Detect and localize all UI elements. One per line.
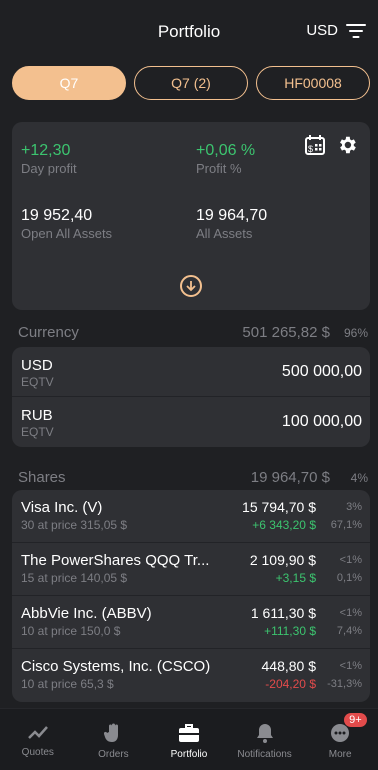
tab-quotes[interactable]: Quotes [0,709,76,770]
all-assets-value: 19 964,70 [196,207,268,224]
share-change: +6 343,20 $ [252,518,316,532]
share-change: +3,15 $ [275,571,316,585]
currency-label: USD [306,22,338,39]
share-detail: 10 at price 150,0 $ [21,624,121,638]
expand-down-icon[interactable] [180,275,202,297]
currency-section-pct: 96% [343,326,368,340]
share-value: 448,80 $ [261,658,317,674]
share-name: AbbVie Inc. (ABBV) [21,605,152,622]
bottom-tab-bar: Quotes Orders Portfolio Notifications 9+… [0,708,378,770]
share-row-visa[interactable]: Visa Inc. (V) 30 at price 315,05 $ 15 79… [12,490,370,543]
share-portfolio-pct: <1% [339,660,362,672]
tab-more-label: More [328,749,352,760]
share-detail: 10 at price 65,3 $ [21,677,114,691]
day-profit-label: Day profit [21,161,77,176]
profit-pct-label: Profit % [196,161,242,176]
open-all-assets-stat: 19 952,40 Open All Assets [21,207,112,241]
currency-section-amount: 501 265,82 $ [242,324,330,341]
share-row-qqq[interactable]: The PowerShares QQQ Tr... 15 at price 14… [12,543,370,596]
currency-amount: 500 000,00 [281,363,362,380]
shares-section-header: Shares 19 964,70 $ 4% [18,469,368,486]
share-name: Cisco Systems, Inc. (CSCO) [21,658,211,675]
share-change-pct: 0,1% [336,572,362,584]
tab-quotes-label: Quotes [21,747,54,758]
filter-icon[interactable] [346,23,366,38]
shares-section-title: Shares [18,469,66,486]
share-change-pct: 7,4% [336,625,362,637]
tab-portfolio[interactable]: Portfolio [151,709,227,770]
share-change-pct: 67,1% [330,519,362,531]
share-portfolio-pct: <1% [339,607,362,619]
header: Portfolio USD [0,0,378,60]
shares-list: Visa Inc. (V) 30 at price 315,05 $ 15 79… [12,490,370,702]
share-row-csco[interactable]: Cisco Systems, Inc. (CSCO) 10 at price 6… [12,649,370,702]
more-badge: 9+ [344,713,367,727]
share-portfolio-pct: <1% [339,554,362,566]
currency-row-usd[interactable]: USD EQTV 500 000,00 [12,347,370,397]
share-name: The PowerShares QQQ Tr... [21,552,210,569]
currency-amount: 100 000,00 [281,413,362,430]
summary-card: $ +12,30 Day profit +0,06 % Profit % 19 … [12,122,370,310]
share-row-abbv[interactable]: AbbVie Inc. (ABBV) 10 at price 150,0 $ 1… [12,596,370,649]
hand-icon [104,723,119,742]
open-all-assets-label: Open All Assets [21,226,113,241]
all-assets-label: All Assets [196,226,253,241]
currency-sub: EQTV [21,425,54,439]
account-tabs: Q7 Q7 (2) HF00008 [12,66,370,100]
tab-q7[interactable]: Q7 [12,66,126,100]
share-detail: 15 at price 140,05 $ [21,571,128,585]
briefcase-icon [178,724,199,742]
tab-notifications-label: Notifications [237,749,292,760]
svg-text:$: $ [308,144,313,154]
share-value: 15 794,70 $ [242,499,316,515]
tab-hf00008[interactable]: HF00008 [256,66,370,100]
open-all-assets-value: 19 952,40 [21,207,93,224]
currency-section-header: Currency 501 265,82 $ 96% [18,324,368,341]
share-change-pct: -31,3% [327,678,362,690]
shares-section-pct: 4% [350,471,368,485]
profit-pct-value: +0,06 % [196,142,256,159]
currency-code: RUB [21,407,53,424]
tab-orders-label: Orders [98,749,129,760]
share-value: 1 611,30 $ [250,605,316,621]
tab-more[interactable]: 9+ More [302,709,378,770]
shares-section-amount: 19 964,70 $ [250,469,330,486]
share-detail: 30 at price 315,05 $ [21,518,128,532]
tab-notifications[interactable]: Notifications [227,709,303,770]
share-change: -204,20 $ [265,677,316,691]
currency-section-title: Currency [18,324,79,341]
day-profit-value: +12,30 [21,142,71,159]
share-change: +111,30 $ [264,624,316,638]
day-profit-stat: +12,30 Day profit [21,142,77,176]
share-name: Visa Inc. (V) [21,499,103,516]
share-portfolio-pct: 3% [346,501,362,513]
currency-row-rub[interactable]: RUB EQTV 100 000,00 [12,397,370,447]
tab-q7-2[interactable]: Q7 (2) [134,66,248,100]
currency-selector[interactable]: USD [306,22,366,39]
all-assets-stat: 19 964,70 All Assets [196,207,267,241]
bell-icon [256,724,273,743]
share-value: 2 109,90 $ [249,552,316,568]
currency-code: USD [21,357,53,374]
tab-orders[interactable]: Orders [76,709,152,770]
chart-line-icon [27,726,48,739]
currency-sub: EQTV [21,375,54,389]
currency-list: USD EQTV 500 000,00 RUB EQTV 100 000,00 [12,347,370,447]
tab-portfolio-label: Portfolio [170,749,208,760]
gear-icon[interactable] [336,134,358,156]
profit-pct-stat: +0,06 % Profit % [196,142,255,176]
calendar-dollar-icon[interactable]: $ [304,134,326,156]
